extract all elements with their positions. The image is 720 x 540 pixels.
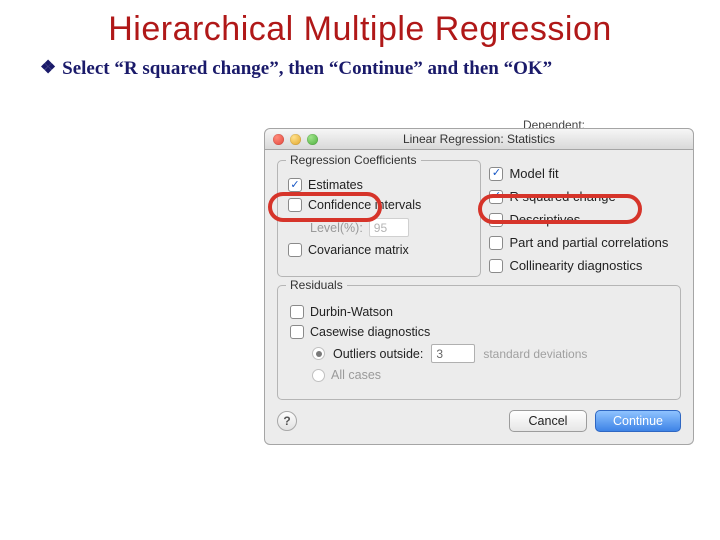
right-options: ✓ Model fit ✓ R squared change Descripti… [489, 160, 681, 277]
checkbox-checked-icon[interactable]: ✓ [489, 167, 503, 181]
level-label: Level(%): [310, 221, 363, 235]
residuals-group: Residuals Durbin-Watson Casewise diagnos… [277, 285, 681, 400]
dialog-window: Dependent: Linear Regression: Statistics… [264, 128, 694, 445]
checkbox-icon[interactable] [489, 213, 503, 227]
group-title-residuals: Residuals [286, 278, 347, 292]
minimize-icon[interactable] [290, 134, 301, 145]
confidence-intervals-label: Confidence intervals [308, 198, 421, 212]
checkbox-icon[interactable] [290, 325, 304, 339]
help-button[interactable]: ? [277, 411, 297, 431]
outliers-value-input: 3 [431, 344, 475, 363]
standard-deviations-label: standard deviations [483, 347, 587, 361]
model-fit-row[interactable]: ✓ Model fit [489, 162, 681, 185]
descriptives-row[interactable]: Descriptives [489, 208, 681, 231]
part-partial-row[interactable]: Part and partial correlations [489, 231, 681, 254]
level-input: 95 [369, 218, 409, 237]
cancel-button[interactable]: Cancel [509, 410, 587, 432]
instruction-text: Select “R squared change”, then “Continu… [62, 57, 552, 81]
regression-coefficients-group: Regression Coefficients ✓ Estimates Conf… [277, 160, 481, 277]
zoom-icon[interactable] [307, 134, 318, 145]
collinearity-row[interactable]: Collinearity diagnostics [489, 254, 681, 277]
continue-button[interactable]: Continue [595, 410, 681, 432]
titlebar: Linear Regression: Statistics [264, 128, 694, 150]
window-controls [265, 134, 318, 145]
r-squared-change-row[interactable]: ✓ R squared change [489, 185, 681, 208]
collinearity-label: Collinearity diagnostics [509, 258, 642, 273]
checkbox-icon[interactable] [288, 243, 302, 257]
model-fit-label: Model fit [509, 166, 558, 181]
estimates-row[interactable]: ✓ Estimates [288, 175, 470, 195]
durbin-watson-label: Durbin-Watson [310, 305, 393, 319]
covariance-matrix-row[interactable]: Covariance matrix [288, 240, 470, 260]
part-partial-label: Part and partial correlations [509, 235, 668, 250]
covariance-matrix-label: Covariance matrix [308, 243, 409, 257]
checkbox-icon[interactable] [489, 236, 503, 250]
casewise-diagnostics-label: Casewise diagnostics [310, 325, 430, 339]
dialog-body: Regression Coefficients ✓ Estimates Conf… [264, 150, 694, 445]
close-icon[interactable] [273, 134, 284, 145]
dialog-footer: ? Cancel Continue [277, 410, 681, 432]
radio-selected-icon [312, 347, 325, 360]
radio-icon [312, 369, 325, 382]
confidence-intervals-row[interactable]: Confidence intervals [288, 195, 470, 215]
group-title-coeff: Regression Coefficients [286, 153, 421, 167]
checkbox-checked-icon[interactable]: ✓ [489, 190, 503, 204]
outliers-row: Outliers outside: 3 standard deviations [290, 342, 668, 365]
checkbox-icon[interactable] [288, 198, 302, 212]
descriptives-label: Descriptives [509, 212, 580, 227]
dialog-title: Linear Regression: Statistics [265, 132, 693, 146]
outliers-label: Outliers outside: [333, 347, 423, 361]
checkbox-icon[interactable] [489, 259, 503, 273]
durbin-watson-row[interactable]: Durbin-Watson [290, 302, 668, 322]
all-cases-row: All cases [290, 365, 668, 385]
checkbox-icon[interactable] [290, 305, 304, 319]
r-squared-change-label: R squared change [509, 189, 615, 204]
all-cases-label: All cases [331, 368, 381, 382]
estimates-label: Estimates [308, 178, 363, 192]
casewise-diagnostics-row[interactable]: Casewise diagnostics [290, 322, 668, 342]
checkbox-checked-icon[interactable]: ✓ [288, 178, 302, 192]
bullet-icon: ❖ [40, 57, 56, 81]
instruction-line: ❖ Select “R squared change”, then “Conti… [0, 53, 720, 81]
level-row: Level(%): 95 [288, 215, 470, 240]
slide-title: Hierarchical Multiple Regression [0, 0, 720, 53]
